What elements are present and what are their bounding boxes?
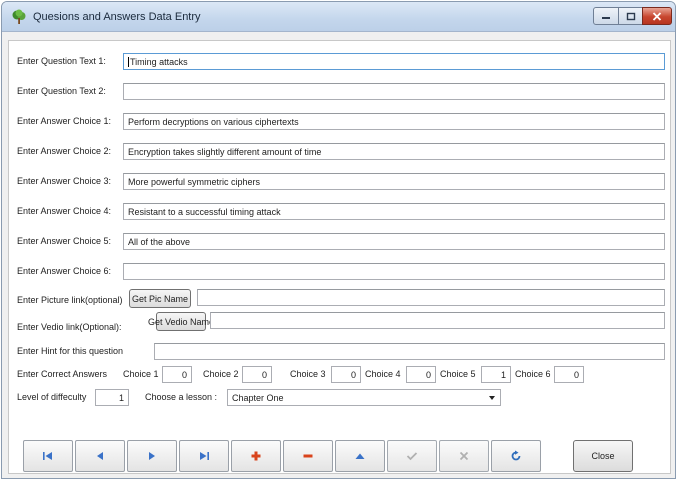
next-record-button[interactable] — [127, 440, 177, 472]
app-window: Quesions and Answers Data Entry Enter Qu… — [1, 1, 676, 479]
question1-input[interactable]: Timing attacks — [123, 53, 665, 70]
edit-record-icon — [355, 453, 365, 459]
refresh-data-icon — [511, 450, 521, 461]
video-link-input[interactable] — [210, 312, 665, 329]
last-record-icon — [200, 452, 209, 460]
title-bar[interactable]: Quesions and Answers Data Entry — [2, 2, 675, 32]
answer-choice3-input[interactable]: More powerful symmetric ciphers — [123, 173, 665, 190]
window-title: Quesions and Answers Data Entry — [33, 11, 201, 23]
cancel-edit-button[interactable] — [439, 440, 489, 472]
close-button[interactable]: Close — [573, 440, 633, 472]
correct-choice2-input[interactable]: 0 — [242, 366, 272, 383]
picture-link-label: Enter Picture link(optional) — [17, 295, 123, 305]
correct-choice6-label: Choice 6 — [515, 369, 551, 379]
correct-choice5-input[interactable]: 1 — [481, 366, 511, 383]
get-vedio-name-label: Get Vedio Name — [147, 316, 215, 327]
answer-choice3-label: Enter Answer Choice 3: — [17, 176, 112, 186]
correct-choice3-input[interactable]: 0 — [331, 366, 361, 383]
difficulty-input[interactable]: 1 — [95, 389, 129, 406]
insert-record-icon — [251, 451, 261, 461]
post-edit-button[interactable] — [387, 440, 437, 472]
lesson-select[interactable]: Chapter One — [227, 389, 501, 406]
chevron-down-icon — [489, 396, 495, 400]
correct-choice6-input[interactable]: 0 — [554, 366, 584, 383]
delete-record-icon — [303, 454, 313, 458]
correct-choice2-label: Choice 2 — [203, 369, 239, 379]
answer-choice6-input[interactable] — [123, 263, 665, 280]
prior-record-icon — [97, 452, 103, 460]
question1-value: Timing attacks — [130, 57, 188, 67]
question2-label: Enter Question Text 2: — [17, 86, 106, 96]
first-record-icon — [43, 452, 52, 460]
hint-input[interactable] — [154, 343, 665, 360]
answer-choice5-input[interactable]: All of the above — [123, 233, 665, 250]
answer-choice4-label: Enter Answer Choice 4: — [17, 206, 112, 216]
answer-choice2-input[interactable]: Encryption takes slightly different amou… — [123, 143, 665, 160]
answer-choice6-label: Enter Answer Choice 6: — [17, 266, 112, 276]
answer-choice5-label: Enter Answer Choice 5: — [17, 236, 112, 246]
text-caret — [128, 57, 129, 67]
close-window-button[interactable] — [642, 7, 672, 25]
form-panel: Enter Question Text 1: Timing attacks En… — [8, 40, 671, 474]
hint-label: Enter Hint for this question — [17, 346, 124, 356]
next-record-icon — [149, 452, 155, 460]
edit-record-button[interactable] — [335, 440, 385, 472]
answer-choice4-input[interactable]: Resistant to a successful timing attack — [123, 203, 665, 220]
picture-link-input[interactable] — [197, 289, 665, 306]
close-icon — [652, 11, 662, 21]
question1-label: Enter Question Text 1: — [17, 56, 106, 66]
correct-choice5-label: Choice 5 — [440, 369, 476, 379]
video-link-label: Enter Vedio link(Optional): — [17, 322, 122, 332]
minimize-button[interactable] — [593, 7, 619, 25]
prior-record-button[interactable] — [75, 440, 125, 472]
correct-choice4-input[interactable]: 0 — [406, 366, 436, 383]
maximize-button[interactable] — [618, 7, 643, 25]
cancel-edit-icon — [459, 451, 469, 461]
correct-choice3-label: Choice 3 — [290, 369, 326, 379]
minimize-icon — [602, 17, 610, 19]
answer-choice1-input[interactable]: Perform decryptions on various ciphertex… — [123, 113, 665, 130]
get-vedio-name-button[interactable]: Get Vedio Name — [148, 312, 214, 331]
tree-app-icon — [11, 9, 27, 25]
record-navigator: Close — [23, 440, 666, 473]
correct-choice1-input[interactable]: 0 — [162, 366, 192, 383]
insert-record-button[interactable] — [231, 440, 281, 472]
lesson-label: Choose a lesson : — [145, 392, 218, 402]
correct-answers-label: Enter Correct Answers — [17, 369, 108, 379]
question2-input[interactable] — [123, 83, 665, 100]
delete-record-button[interactable] — [283, 440, 333, 472]
last-record-button[interactable] — [179, 440, 229, 472]
get-pic-name-button[interactable]: Get Pic Name — [129, 289, 191, 308]
post-edit-icon — [406, 452, 418, 461]
correct-choice1-label: Choice 1 — [123, 369, 159, 379]
maximize-icon — [626, 12, 635, 20]
lesson-selected-value: Chapter One — [232, 393, 284, 403]
answer-choice2-label: Enter Answer Choice 2: — [17, 146, 112, 156]
correct-choice4-label: Choice 4 — [365, 369, 401, 379]
first-record-button[interactable] — [23, 440, 73, 472]
difficulty-label: Level of diffeculty — [17, 392, 87, 402]
answer-choice1-label: Enter Answer Choice 1: — [17, 116, 112, 126]
refresh-data-button[interactable] — [491, 440, 541, 472]
